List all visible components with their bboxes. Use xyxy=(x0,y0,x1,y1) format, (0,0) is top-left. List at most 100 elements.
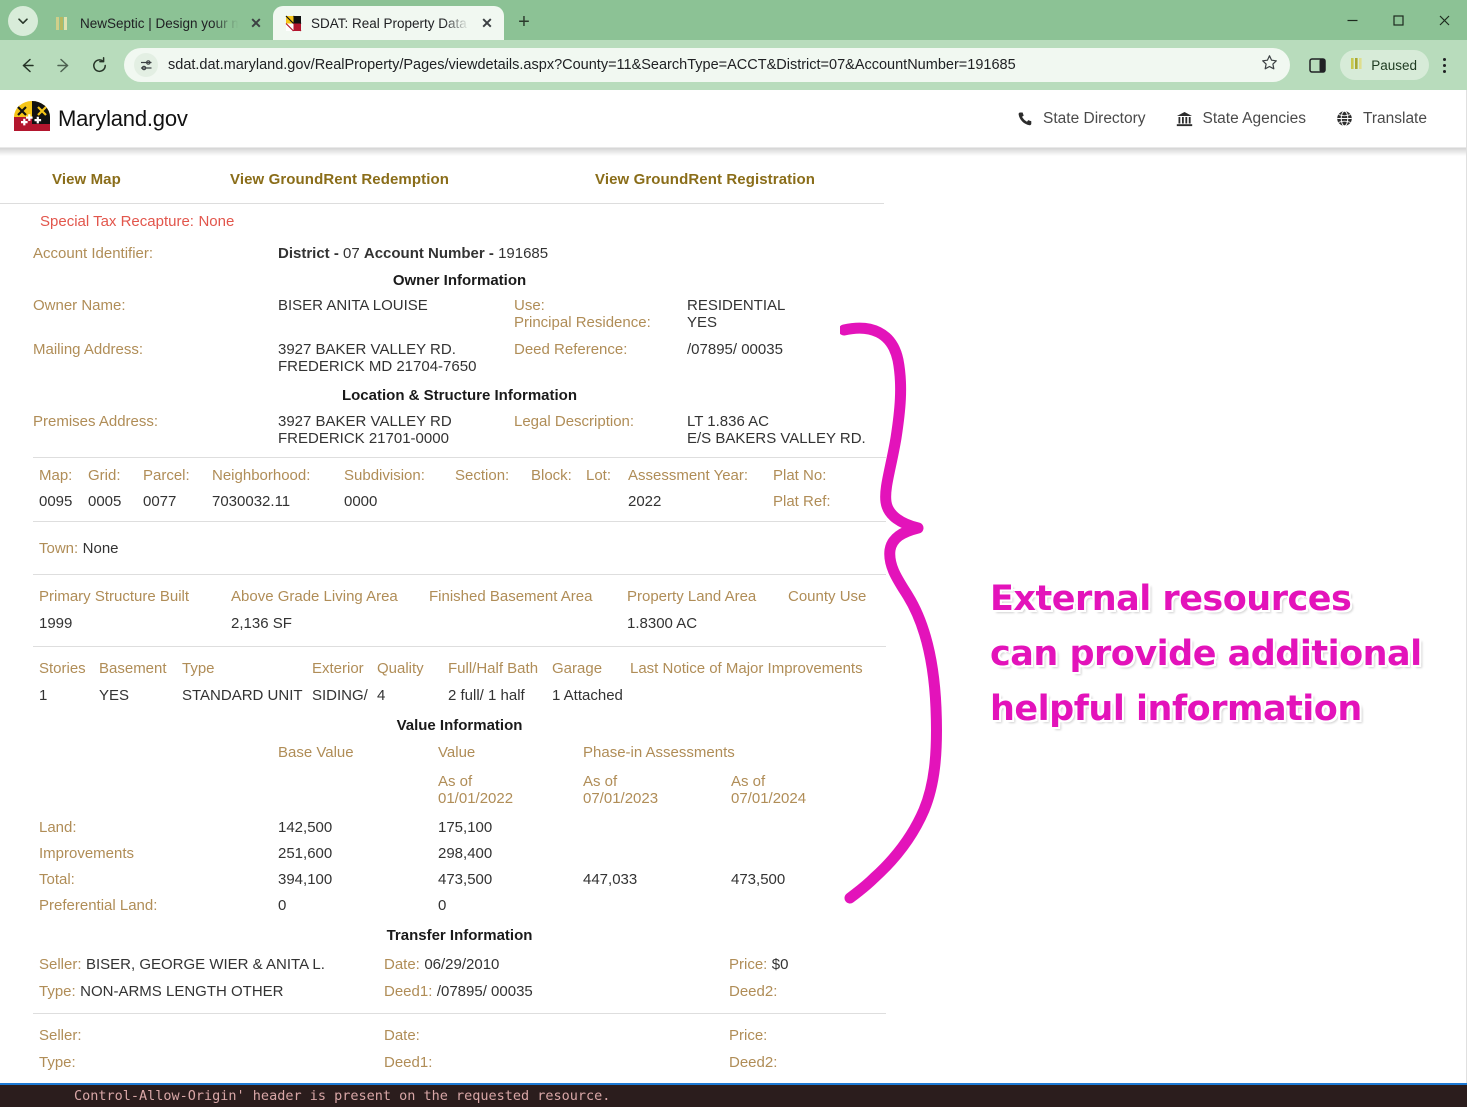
close-icon[interactable]: ✕ xyxy=(247,14,265,32)
page-viewport: Maryland.gov State Directory State Agenc… xyxy=(0,90,1467,1107)
account-identifier-row: Account Identifier: District - 07 Accoun… xyxy=(33,238,1467,268)
side-panel-icon[interactable] xyxy=(1300,48,1334,82)
tab-search-chevron-icon[interactable] xyxy=(8,6,38,36)
extension-status-label: Paused xyxy=(1371,57,1417,73)
value-row-land: Land: 142,500 175,100 xyxy=(33,807,1467,836)
view-groundrent-registration-link[interactable]: View GroundRent Registration xyxy=(595,171,815,188)
price-label: Price: xyxy=(729,956,768,973)
view-map-link[interactable]: View Map xyxy=(52,171,230,188)
deed1-cell: Deed1: xyxy=(384,1054,729,1072)
maryland-flag-icon xyxy=(285,15,302,32)
grid-value: 0005 xyxy=(88,493,122,510)
reload-icon[interactable] xyxy=(82,48,116,82)
extension-paused-chip[interactable]: Paused xyxy=(1340,50,1429,80)
maryland-crest-icon xyxy=(12,99,52,138)
tab-sdat[interactable]: SDAT: Real Property Data Searc ✕ xyxy=(273,6,504,40)
owner-information-heading: Owner Information xyxy=(392,272,527,289)
subdivision-label: Subdivision: xyxy=(344,467,425,484)
legal-line-2: E/S BAKERS VALLEY RD. xyxy=(687,430,866,447)
value-asof-row: As of 01/01/2022 As of 07/01/2023 As of … xyxy=(33,761,1467,807)
translate-link[interactable]: Translate xyxy=(1336,110,1427,128)
premises-address-row: Premises Address: 3927 BAKER VALLEY RD F… xyxy=(33,413,1467,457)
base-value: 0 xyxy=(278,897,287,914)
premises-line-1: 3927 BAKER VALLEY RD xyxy=(278,413,452,430)
property-details-content: View Map View GroundRent Redemption View… xyxy=(0,156,1467,1072)
garage-value: 1 Attached xyxy=(552,687,623,704)
section-value xyxy=(455,493,531,510)
asof-line-1: As of xyxy=(583,773,618,790)
type-cell: Type: xyxy=(39,1054,384,1072)
value: 0 xyxy=(438,897,447,914)
tab-title: SDAT: Real Property Data Searc xyxy=(311,15,469,31)
window-controls xyxy=(1329,0,1467,40)
browser-window: NewSeptic | Design your maps f ✕ SDAT: R… xyxy=(0,0,1467,1107)
neighborhood-label: Neighborhood: xyxy=(212,467,311,484)
quality-label: Quality xyxy=(377,660,424,677)
use-label: Use: xyxy=(514,297,545,314)
maximize-icon[interactable] xyxy=(1375,0,1421,40)
deed1-value: /07895/ 00035 xyxy=(436,983,533,1000)
value-column-headers: Base Value Value Phase-in Assessments xyxy=(33,744,1467,761)
annotation-line-3: helpful information xyxy=(990,689,1362,729)
console-message: Control-Allow-Origin' header is present … xyxy=(74,1088,611,1104)
site-settings-icon[interactable] xyxy=(134,53,158,77)
row-label: Preferential Land: xyxy=(39,897,158,914)
lot-value xyxy=(586,493,628,510)
view-groundrent-redemption-link[interactable]: View GroundRent Redemption xyxy=(230,171,595,188)
quick-links-row: View Map View GroundRent Redemption View… xyxy=(0,156,884,204)
location-structure-heading: Location & Structure Information xyxy=(341,387,577,404)
address-bar[interactable]: sdat.dat.maryland.gov/RealProperty/Pages… xyxy=(124,48,1291,82)
date-value: 06/29/2010 xyxy=(424,956,500,973)
transfer-record: Seller: Date: Price: Type: Deed1: Deed2: xyxy=(33,1014,1467,1072)
type-label: Type: xyxy=(39,983,76,1000)
asof-value: As of 01/01/2022 xyxy=(438,773,583,807)
transfer-record: Seller: BISER, GEORGE WIER & ANITA L. Da… xyxy=(33,956,1467,1013)
transfer-information-heading: Transfer Information xyxy=(386,927,533,944)
account-number-label: Account Number - xyxy=(363,244,494,262)
tab-strip: NewSeptic | Design your maps f ✕ SDAT: R… xyxy=(0,0,1467,40)
asof-base xyxy=(278,773,438,807)
browser-menu-icon[interactable] xyxy=(1431,48,1457,82)
seller-label: Seller: xyxy=(39,956,82,973)
row-label: Total: xyxy=(39,871,75,888)
tab-newseptic[interactable]: NewSeptic | Design your maps f ✕ xyxy=(42,6,273,40)
back-icon[interactable] xyxy=(10,48,44,82)
transfer-row-1: Seller: Date: Price: xyxy=(33,1014,1467,1045)
minimize-icon[interactable] xyxy=(1329,0,1375,40)
transfer-row-2: Type: Deed1: Deed2: xyxy=(33,1045,1467,1072)
window-close-icon[interactable] xyxy=(1421,0,1467,40)
phase-in-1 xyxy=(583,897,731,914)
bookmark-star-icon[interactable] xyxy=(1261,54,1278,76)
console-message-bar: Control-Allow-Origin' header is present … xyxy=(0,1083,1467,1107)
last-notice-label: Last Notice of Major Improvements xyxy=(630,660,863,677)
value-row-improvements: Improvements 251,600 298,400 xyxy=(33,836,1467,862)
phase-in-1 xyxy=(583,819,731,836)
account-number-value: 191685 xyxy=(498,244,549,262)
browser-toolbar: sdat.dat.maryland.gov/RealProperty/Pages… xyxy=(0,40,1467,90)
translate-label: Translate xyxy=(1362,109,1427,127)
deed-reference-value: /07895/ 00035 xyxy=(687,341,783,358)
brand-name: Maryland.gov xyxy=(58,105,188,131)
close-icon[interactable]: ✕ xyxy=(478,14,496,32)
price-label: Price: xyxy=(729,1027,768,1044)
annotation-line-1: External resources xyxy=(990,579,1352,619)
block-value xyxy=(531,493,586,510)
state-agencies-link[interactable]: State Agencies xyxy=(1176,110,1306,128)
maryland-gov-logo[interactable]: Maryland.gov xyxy=(12,99,188,138)
seller-label: Seller: xyxy=(39,1027,82,1044)
phase-in-assessments-header: Phase-in Assessments xyxy=(583,744,735,761)
url-text[interactable]: sdat.dat.maryland.gov/RealProperty/Pages… xyxy=(168,57,1251,73)
asof-line-1: As of xyxy=(438,773,473,790)
new-tab-button[interactable]: + xyxy=(510,8,538,36)
bank-icon xyxy=(1176,111,1193,127)
premises-line-2: FREDERICK 21701-0000 xyxy=(278,430,449,447)
state-directory-link[interactable]: State Directory xyxy=(1017,110,1146,128)
forward-icon[interactable] xyxy=(46,48,80,82)
value: 175,100 xyxy=(438,819,493,836)
stories-label: Stories xyxy=(39,660,86,677)
price-cell: Price: $0 xyxy=(729,956,788,974)
use-value: RESIDENTIAL xyxy=(687,297,786,314)
date-cell: Date: 06/29/2010 xyxy=(384,956,729,974)
annotation-text: External resources can provide additiona… xyxy=(990,572,1460,737)
value: 473,500 xyxy=(438,871,493,888)
